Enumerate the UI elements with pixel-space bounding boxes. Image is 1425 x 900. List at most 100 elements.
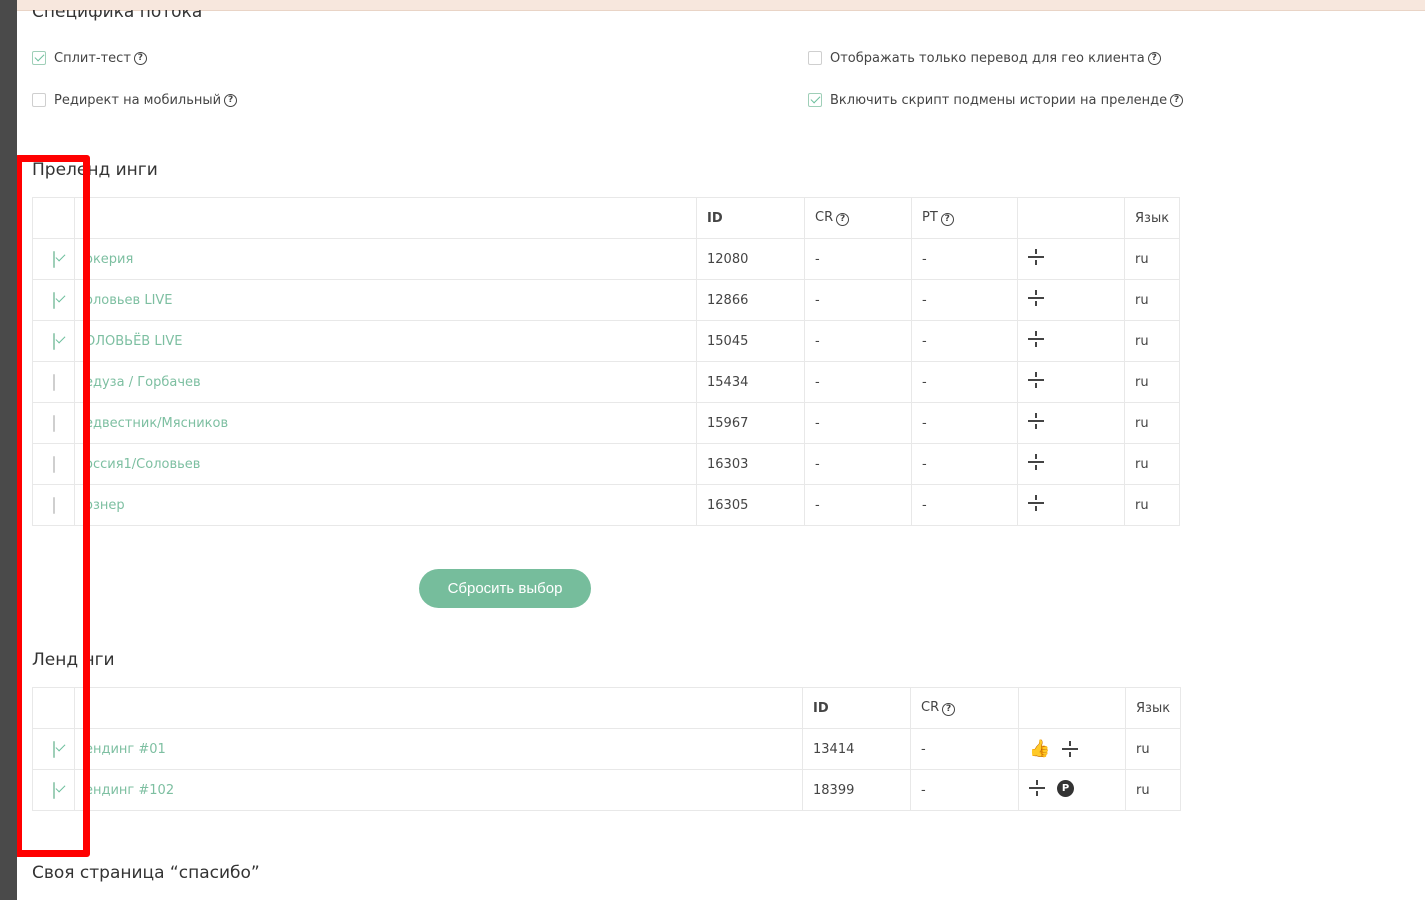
mobile-redirect-option[interactable]: Редирект на мобильный ? — [32, 90, 238, 110]
prelanding-cr: - — [804, 279, 912, 321]
expand-icon[interactable] — [1062, 741, 1079, 757]
header-pt: PT? — [911, 197, 1018, 239]
prelanding-id: 16303 — [696, 443, 805, 485]
help-icon[interactable]: ? — [1147, 51, 1161, 65]
mobile-redirect-checkbox[interactable] — [32, 93, 46, 107]
prelanding-pt: - — [911, 361, 1018, 403]
header-actions — [1017, 197, 1125, 239]
landing-name-link[interactable]: ендинг #102 — [74, 769, 803, 811]
thumbs-up-icon[interactable]: 👍 — [1029, 740, 1050, 758]
prelandings-table: ID CR? PT? Язык окерия 12080 - - ru олов… — [32, 197, 1180, 526]
prelanding-lang: ru — [1124, 279, 1180, 321]
prelanding-lang: ru — [1124, 402, 1180, 444]
geo-translation-label: Отображать только перевод для гео клиент… — [830, 50, 1145, 66]
help-icon[interactable]: ? — [940, 213, 954, 226]
header-lang: Язык — [1125, 687, 1181, 729]
prelanding-name-link[interactable]: ознер — [74, 484, 697, 526]
prelanding-cr: - — [804, 443, 912, 485]
header-cr: CR? — [910, 687, 1019, 729]
reset-selection-button[interactable]: Сбросить выбор — [419, 569, 591, 608]
expand-icon[interactable] — [1028, 413, 1044, 429]
landing-cr: - — [910, 728, 1019, 770]
help-icon[interactable]: ? — [836, 213, 850, 226]
header-id: ID — [696, 197, 805, 239]
prelanding-cr: - — [804, 402, 912, 444]
prelanding-pt: - — [911, 320, 1018, 362]
header-actions — [1018, 687, 1126, 729]
prelanding-pt: - — [911, 443, 1018, 485]
expand-icon[interactable] — [1028, 372, 1044, 388]
prelanding-id: 15434 — [696, 361, 805, 403]
expand-icon[interactable] — [1028, 249, 1044, 265]
prelanding-lang: ru — [1124, 484, 1180, 526]
table-row[interactable]: оловьев LIVE 12866 - - ru — [32, 279, 1180, 321]
prelanding-id: 16305 — [696, 484, 805, 526]
thanks-page-title: Своя страница “спасибо” — [32, 863, 260, 883]
split-test-checkbox[interactable] — [32, 51, 46, 65]
table-row[interactable]: ендинг #102 18399 - P ru — [32, 769, 1181, 811]
landing-id: 13414 — [802, 728, 911, 770]
table-row[interactable]: ОЛОВЬЁВ LIVE 15045 - - ru — [32, 320, 1180, 362]
history-script-option[interactable]: Включить скрипт подмены истории на преле… — [808, 90, 1184, 110]
prelanding-id: 15045 — [696, 320, 805, 362]
prelanding-cr: - — [804, 320, 912, 362]
table-row[interactable]: оссия1/Соловьев 16303 - - ru — [32, 443, 1180, 485]
prelanding-lang: ru — [1124, 443, 1180, 485]
split-test-option[interactable]: Сплит-тест ? — [32, 48, 147, 68]
history-script-checkbox[interactable] — [808, 93, 822, 107]
prelanding-name-link[interactable]: окерия — [74, 238, 697, 280]
prelanding-pt: - — [911, 238, 1018, 280]
expand-icon[interactable] — [1029, 780, 1045, 797]
flow-spec-title: Специфика потока — [32, 10, 203, 22]
prelanding-id: 12080 — [696, 238, 805, 280]
prelanding-cr: - — [804, 484, 912, 526]
landing-name-link[interactable]: ендинг #01 — [74, 728, 803, 770]
prelanding-id: 15967 — [696, 402, 805, 444]
landing-lang: ru — [1125, 728, 1181, 770]
p-badge-icon[interactable]: P — [1057, 779, 1074, 797]
table-row[interactable]: едвестник/Мясников 15967 - - ru — [32, 402, 1180, 444]
prelanding-name-link[interactable]: оловьев LIVE — [74, 279, 697, 321]
landing-cr: - — [910, 769, 1019, 811]
table-row[interactable]: окерия 12080 - - ru — [32, 238, 1180, 280]
geo-translation-option[interactable]: Отображать только перевод для гео клиент… — [808, 48, 1161, 68]
expand-icon[interactable] — [1028, 454, 1044, 470]
history-script-label: Включить скрипт подмены истории на преле… — [830, 92, 1168, 108]
help-icon[interactable]: ? — [1170, 93, 1184, 107]
landing-id: 18399 — [802, 769, 911, 811]
expand-icon[interactable] — [1028, 495, 1044, 511]
header-id: ID — [802, 687, 911, 729]
prelanding-pt: - — [911, 402, 1018, 444]
help-icon[interactable]: ? — [224, 93, 238, 107]
table-header-row: ID CR? Язык — [32, 687, 1181, 729]
prelanding-cr: - — [804, 238, 912, 280]
left-sidebar — [0, 0, 17, 900]
prelanding-lang: ru — [1124, 361, 1180, 403]
prelanding-name-link[interactable]: едуза / Горбачев — [74, 361, 697, 403]
split-test-label: Сплит-тест — [54, 50, 131, 66]
prelanding-name-link[interactable]: оссия1/Соловьев — [74, 443, 697, 485]
header-name-col — [74, 197, 697, 239]
prelanding-name-link[interactable]: едвестник/Мясников — [74, 402, 697, 444]
prelanding-pt: - — [911, 279, 1018, 321]
prelanding-name-link[interactable]: ОЛОВЬЁВ LIVE — [74, 320, 697, 362]
mobile-redirect-label: Редирект на мобильный — [54, 92, 222, 108]
prelanding-lang: ru — [1124, 238, 1180, 280]
table-row[interactable]: едуза / Горбачев 15434 - - ru — [32, 361, 1180, 403]
table-row[interactable]: ендинг #01 13414 - 👍 ru — [32, 728, 1181, 770]
table-row[interactable]: ознер 16305 - - ru — [32, 484, 1180, 526]
main-content: Специфика потока Сплит-тест ? Редирект н… — [17, 10, 1425, 900]
landings-table: ID CR? Язык ендинг #01 13414 - 👍 ru енди… — [32, 687, 1181, 811]
landing-lang: ru — [1125, 769, 1181, 811]
header-cr: CR? — [804, 197, 912, 239]
help-icon[interactable]: ? — [942, 703, 956, 716]
checkbox-column-highlight — [17, 155, 90, 857]
geo-translation-checkbox[interactable] — [808, 51, 822, 65]
prelanding-pt: - — [911, 484, 1018, 526]
expand-icon[interactable] — [1028, 331, 1044, 347]
header-name-col — [74, 687, 803, 729]
help-icon[interactable]: ? — [133, 51, 147, 65]
prelanding-cr: - — [804, 361, 912, 403]
expand-icon[interactable] — [1028, 290, 1044, 306]
prelanding-lang: ru — [1124, 320, 1180, 362]
